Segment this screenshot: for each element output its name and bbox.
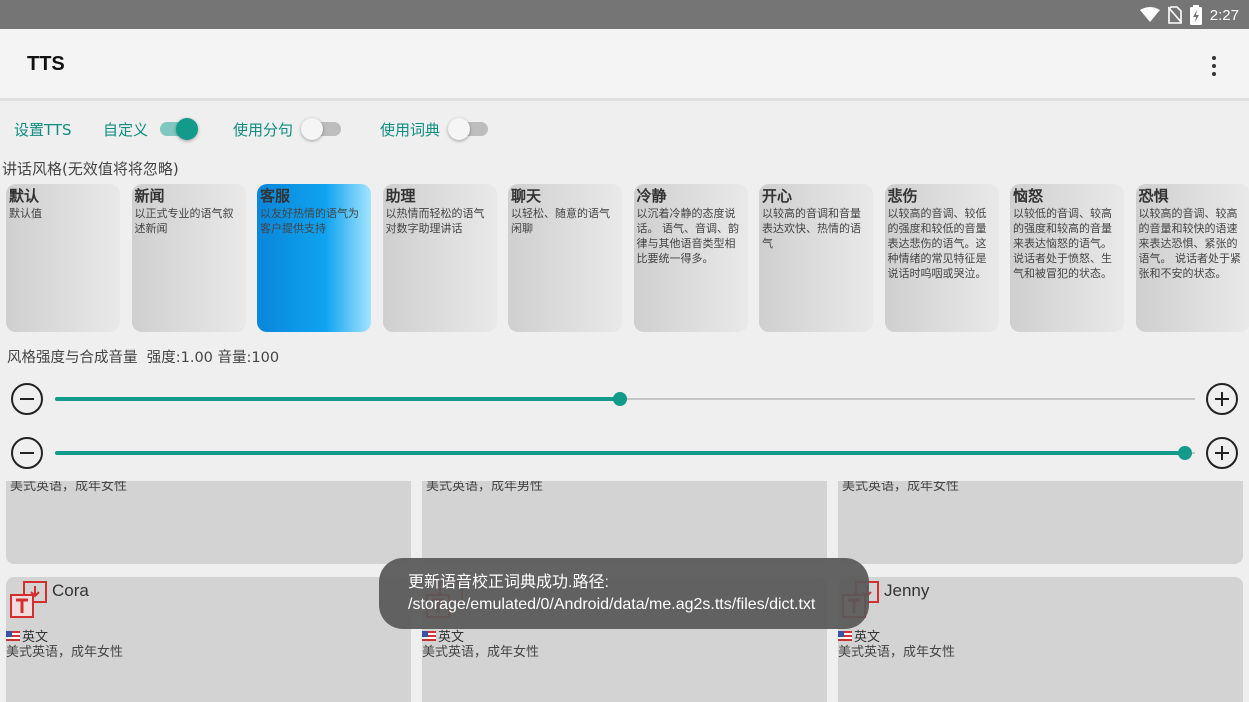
status-bar: 2:27	[0, 0, 1249, 29]
voice-desc: 美式英语，成年男性	[426, 481, 544, 494]
style-desc: 以热情而轻松的语气对数字助理讲话	[385, 207, 485, 235]
style-desc: 以沉着冷静的态度说话。 语气、音调、韵律与其他语音类型相比要统一得多。	[636, 207, 740, 265]
style-desc: 以较高的音调、较低的强度和较低的音量表达悲伤的语气。这种情绪的常见特征是说话时呜…	[887, 207, 987, 280]
voice-desc: 美式英语，成年女性	[6, 645, 124, 660]
style-card-sad[interactable]: 悲伤 以较高的音调、较低的强度和较低的音量表达悲伤的语气。这种情绪的常见特征是说…	[884, 184, 999, 332]
style-desc: 以较高的音调、较高的音量和较快的语速来表达恐惧、紧张的语气。 说话者处于紧张和不…	[1138, 207, 1242, 280]
no-sim-icon	[1167, 6, 1182, 24]
style-name: 新闻	[134, 187, 165, 205]
voice-name: Cora	[52, 581, 89, 600]
custom-label: 自定义	[103, 120, 149, 139]
app-title: TTS	[27, 53, 65, 75]
us-flag-icon	[6, 630, 20, 641]
voice-desc: 美式英语，成年女性	[422, 645, 540, 660]
split-toggle-row[interactable]: 使用分句	[233, 114, 343, 144]
options-row: 设置TTS 自定义 使用分句 使用词典	[0, 114, 1249, 144]
strength-slider-fill	[55, 397, 620, 401]
style-card-news[interactable]: 新闻 以正式专业的语气叙述新闻	[131, 184, 246, 332]
style-card-default[interactable]: 默认 默认值	[6, 184, 120, 332]
style-name: 开心	[762, 187, 793, 205]
custom-toggle-row[interactable]: 自定义	[103, 114, 199, 144]
toast-message: 更新语音校正词典成功.路径: /storage/emulated/0/Andro…	[379, 558, 869, 629]
style-card-calm[interactable]: 冷静 以沉着冷静的态度说话。 语气、音调、韵律与其他语音类型相比要统一得多。	[633, 184, 748, 332]
more-vert-icon[interactable]	[1204, 53, 1224, 79]
voice-card[interactable]: 美式英语，成年女性	[6, 481, 411, 564]
style-card-customer-service[interactable]: 客服 以友好热情的语气为客户提供支持	[257, 184, 371, 332]
style-name: 悲伤	[887, 187, 918, 205]
style-card-assistant[interactable]: 助理 以热情而轻松的语气对数字助理讲话	[382, 184, 497, 332]
style-desc: 以轻松、随意的语气闲聊	[511, 207, 610, 235]
strength-slider-thumb[interactable]	[613, 392, 627, 406]
strength-increase-button[interactable]	[1206, 383, 1238, 415]
style-card-chat[interactable]: 聊天 以轻松、随意的语气闲聊	[508, 184, 622, 332]
app-bar: TTS	[0, 29, 1249, 101]
voice-desc: 美式英语，成年女性	[10, 481, 128, 494]
volume-slider-row	[0, 433, 1249, 473]
voice-name: Jenny	[884, 581, 930, 600]
volume-slider-thumb[interactable]	[1178, 446, 1192, 460]
speaking-style-label: 讲话风格(无效值将将忽略)	[2, 160, 179, 178]
style-name: 聊天	[511, 187, 542, 205]
toast-line-2: /storage/emulated/0/Android/data/me.ag2s…	[408, 596, 816, 613]
voice-desc: 美式英语，成年女性	[842, 481, 960, 494]
style-name: 默认	[9, 187, 40, 205]
style-desc: 以较高的音调和音量表达欢快、热情的语气	[762, 207, 861, 250]
style-card-cheerful[interactable]: 开心 以较高的音调和音量表达欢快、热情的语气	[759, 184, 873, 332]
volume-decrease-button[interactable]	[11, 437, 43, 469]
volume-increase-button[interactable]	[1206, 437, 1238, 469]
style-desc: 默认值	[9, 207, 42, 220]
style-desc: 以较低的音调、较高的强度和较高的音量来表达恼怒的语气。说话者处于愤怒、生气和被冒…	[1013, 207, 1112, 280]
wifi-icon	[1139, 7, 1160, 22]
dict-label: 使用词典	[380, 120, 441, 139]
tts-icon	[10, 581, 47, 618]
voice-card[interactable]: 美式英语，成年男性	[422, 481, 827, 564]
strength-volume-label: 风格强度与合成音量 强度:1.00 音量:100	[7, 346, 279, 367]
split-switch[interactable]	[301, 114, 343, 144]
strength-volume-title: 风格强度与合成音量	[7, 350, 138, 366]
us-flag-icon	[422, 630, 436, 641]
battery-charging-icon	[1189, 5, 1202, 25]
style-card-angry[interactable]: 恼怒 以较低的音调、较高的强度和较高的音量来表达恼怒的语气。说话者处于愤怒、生气…	[1010, 184, 1124, 332]
strength-decrease-button[interactable]	[11, 383, 43, 415]
set-tts-button[interactable]: 设置TTS	[14, 114, 72, 144]
status-icons: 2:27	[1139, 4, 1239, 26]
style-name: 恐惧	[1138, 187, 1169, 205]
voice-card[interactable]: 美式英语，成年女性	[838, 481, 1243, 564]
set-tts-label: 设置TTS	[14, 120, 72, 139]
style-name: 客服	[260, 187, 291, 205]
voice-card-cora[interactable]: Cora 英文 美式英语，成年女性	[6, 577, 411, 702]
toast-line-1: 更新语音校正词典成功.路径:	[408, 574, 609, 591]
us-flag-icon	[838, 630, 852, 641]
strength-slider-row	[0, 379, 1249, 419]
style-name: 冷静	[636, 187, 667, 205]
strength-volume-values: 强度:1.00 音量:100	[146, 350, 280, 366]
custom-switch[interactable]	[156, 114, 199, 144]
style-name: 恼怒	[1013, 187, 1044, 205]
style-desc: 以正式专业的语气叙述新闻	[134, 207, 234, 235]
dict-toggle-row[interactable]: 使用词典	[380, 114, 490, 144]
style-desc: 以友好热情的语气为客户提供支持	[260, 207, 359, 235]
style-list: 默认 默认值 新闻 以正式专业的语气叙述新闻 客服 以友好热情的语气为客户提供支…	[6, 184, 1249, 332]
split-label: 使用分句	[233, 120, 294, 139]
volume-slider-fill	[55, 451, 1185, 455]
voice-desc: 美式英语，成年女性	[838, 645, 956, 660]
style-card-fearful[interactable]: 恐惧 以较高的音调、较高的音量和较快的语速来表达恐惧、紧张的语气。 说话者处于紧…	[1135, 184, 1249, 332]
dict-switch[interactable]	[448, 114, 490, 144]
voice-card-jenny[interactable]: Jenny 英文 美式英语，成年女性	[838, 577, 1243, 702]
style-name: 助理	[385, 187, 416, 205]
status-time: 2:27	[1209, 6, 1239, 24]
